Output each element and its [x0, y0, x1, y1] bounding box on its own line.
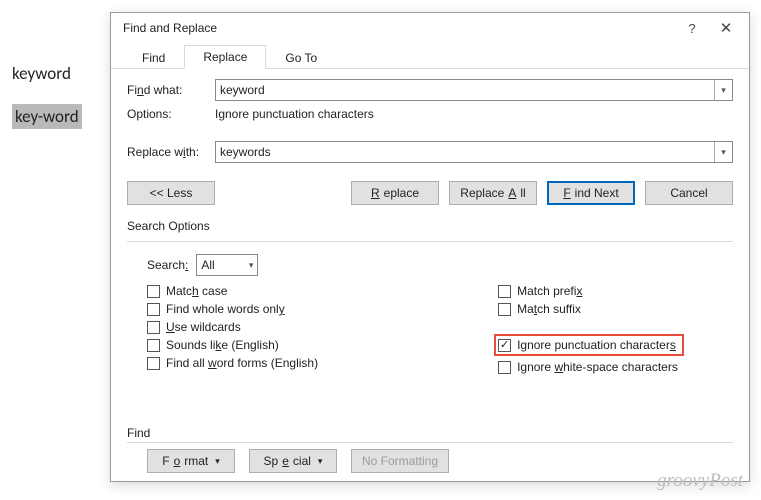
check-whole-words[interactable]: Find whole words only — [147, 302, 318, 316]
check-match-suffix[interactable]: Match suffix — [498, 302, 684, 316]
find-next-button[interactable]: Find Next — [547, 181, 635, 205]
no-formatting-button: No Formatting — [351, 449, 449, 473]
check-word-forms[interactable]: Find all word forms (English) — [147, 356, 318, 370]
search-direction-value: All — [201, 258, 214, 272]
dropdown-caret-icon[interactable]: ▾ — [714, 80, 732, 100]
help-button[interactable]: ? — [675, 14, 709, 42]
check-match-prefix[interactable]: Match prefix — [498, 284, 684, 298]
doc-word-1: keyword — [12, 55, 82, 92]
highlight-ignore-punctuation: Ignore punctuation characters — [494, 334, 684, 356]
options-label: Options: — [127, 107, 205, 121]
find-what-label: Find what: — [127, 83, 205, 97]
check-match-case[interactable]: Match case — [147, 284, 318, 298]
dropdown-caret-icon[interactable]: ▾ — [714, 142, 732, 162]
options-text: Ignore punctuation characters — [215, 107, 374, 121]
watermark: groovyPost — [657, 470, 743, 492]
find-what-input[interactable]: keyword ▾ — [215, 79, 733, 101]
tab-strip: Find Replace Go To — [111, 43, 749, 69]
find-group-label: Find — [127, 426, 733, 440]
search-direction-select[interactable]: All ▾ — [196, 254, 258, 276]
format-button[interactable]: Format — [147, 449, 235, 473]
replace-all-button[interactable]: Replace All — [449, 181, 537, 205]
dialog-title: Find and Replace — [123, 21, 217, 35]
divider — [127, 442, 733, 443]
tab-replace[interactable]: Replace — [184, 45, 266, 69]
search-options-label: Search Options — [127, 219, 733, 233]
doc-word-2-highlighted: key-word — [12, 104, 82, 129]
replace-with-label: Replace with: — [127, 145, 205, 159]
replace-with-input[interactable]: keywords ▾ — [215, 141, 733, 163]
check-wildcards[interactable]: Use wildcards — [147, 320, 318, 334]
search-direction-label: Search: — [147, 258, 188, 272]
divider — [127, 241, 733, 242]
cancel-button[interactable]: Cancel — [645, 181, 733, 205]
check-sounds-like[interactable]: Sounds like (English) — [147, 338, 318, 352]
find-what-value: keyword — [220, 83, 265, 97]
dialog-titlebar: Find and Replace ? ✕ — [111, 13, 749, 43]
tab-goto[interactable]: Go To — [266, 46, 336, 69]
special-button[interactable]: Special — [249, 449, 337, 473]
document-body: keyword key-word — [12, 55, 82, 136]
replace-button[interactable]: Replace — [351, 181, 439, 205]
close-button[interactable]: ✕ — [709, 14, 743, 42]
chevron-down-icon: ▾ — [249, 260, 254, 271]
find-replace-dialog: Find and Replace ? ✕ Find Replace Go To … — [110, 12, 750, 482]
replace-with-value: keywords — [220, 145, 271, 159]
less-button[interactable]: << Less — [127, 181, 215, 205]
tab-find[interactable]: Find — [123, 46, 184, 69]
check-ignore-whitespace[interactable]: Ignore white-space characters — [498, 360, 684, 374]
check-ignore-punctuation[interactable]: Ignore punctuation characters — [498, 338, 676, 352]
